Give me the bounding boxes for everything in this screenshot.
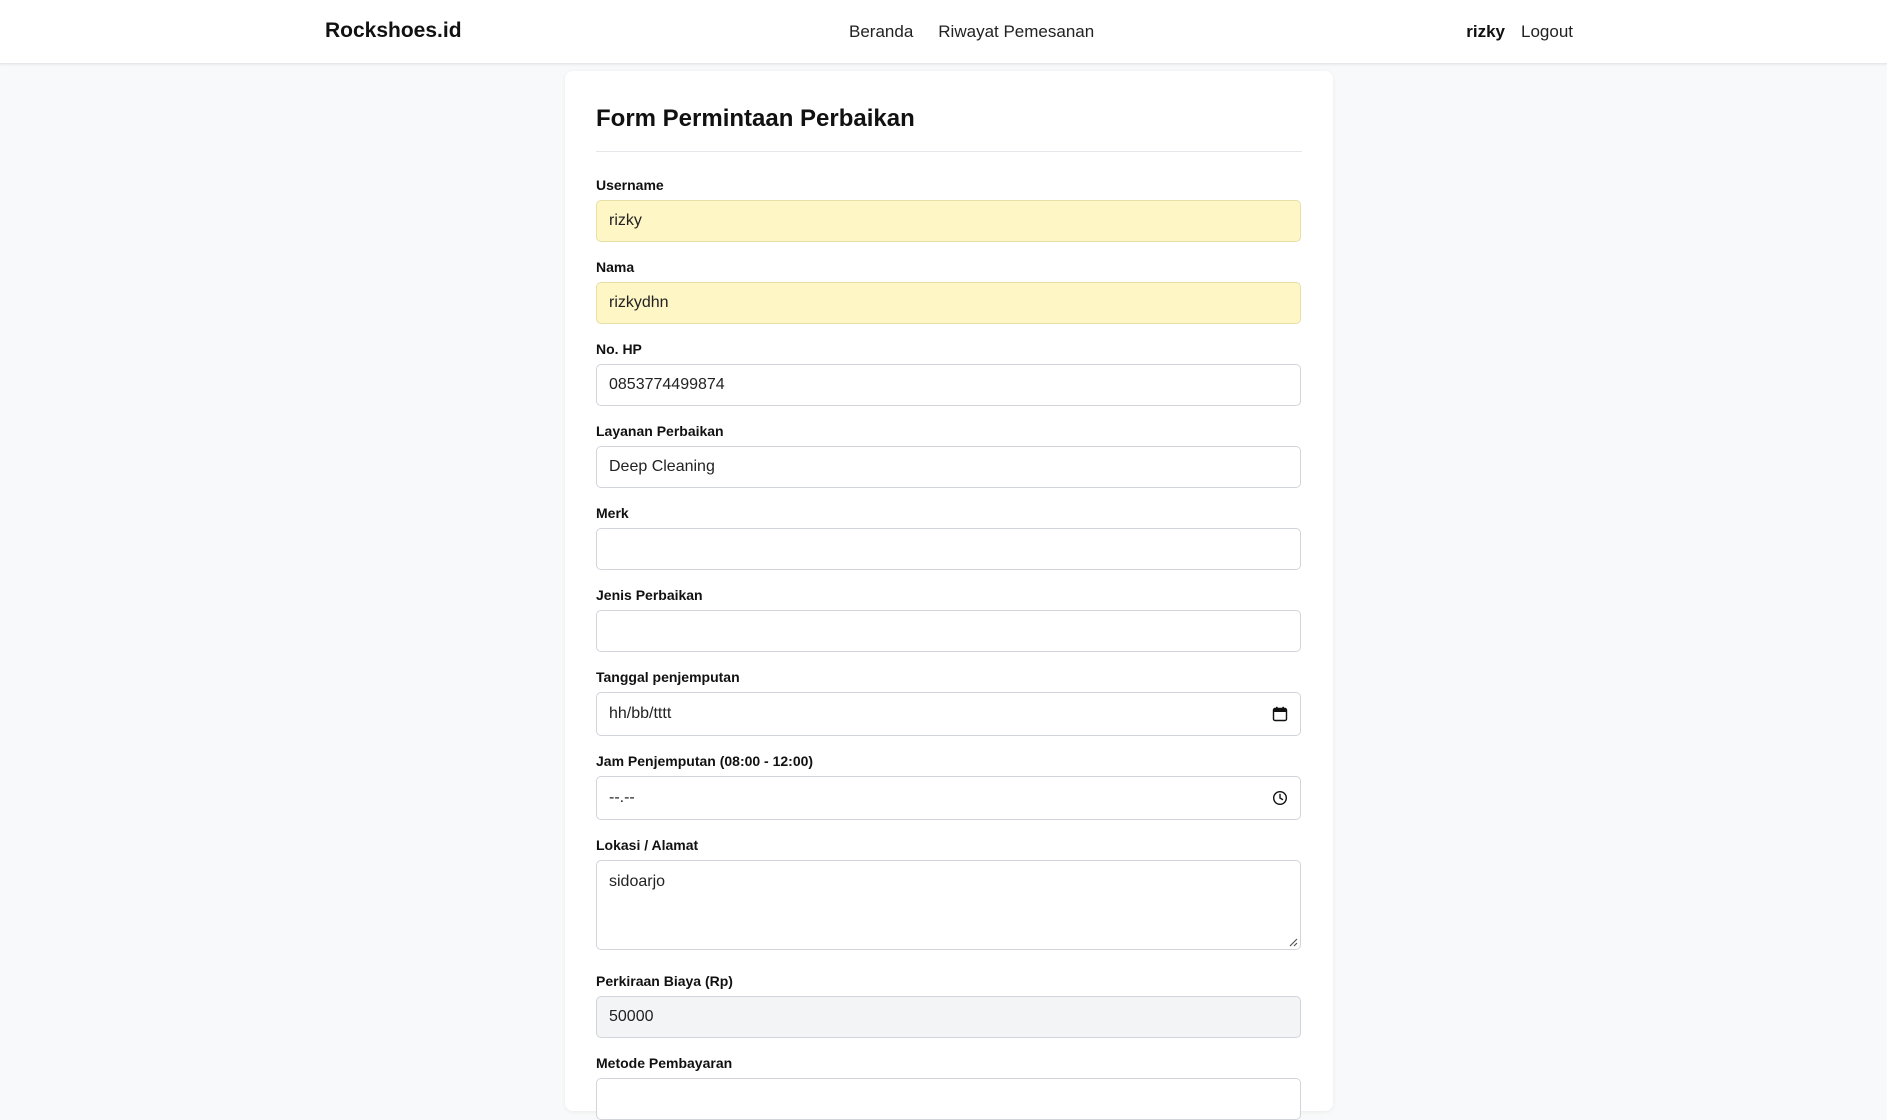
layanan-input[interactable] (596, 446, 1301, 488)
layanan-label: Layanan Perbaikan (596, 423, 724, 439)
lokasi-label: Lokasi / Alamat (596, 837, 699, 853)
calendar-icon[interactable] (1272, 706, 1288, 722)
merk-input[interactable] (596, 528, 1301, 570)
merk-label: Merk (596, 505, 629, 521)
tanggal-label: Tanggal penjemputan (596, 669, 740, 685)
resize-handle-icon[interactable] (1288, 937, 1298, 947)
biaya-input (596, 996, 1301, 1038)
title-divider (596, 151, 1302, 152)
jam-label: Jam Penjemputan (08:00 - 12:00) (596, 753, 814, 769)
no-hp-input[interactable] (596, 364, 1301, 406)
nama-input[interactable] (596, 282, 1301, 324)
brand-logo[interactable]: Rockshoes.id (325, 19, 462, 43)
nav-link-beranda[interactable]: Beranda (849, 22, 913, 42)
nav-user-area: rizky Logout (1466, 22, 1573, 42)
metode-pembayaran-select[interactable] (596, 1078, 1301, 1120)
username-label: Username (596, 177, 664, 193)
form-card: Form Permintaan Perbaikan Username Nama … (565, 71, 1333, 1120)
tanggal-placeholder: hh/bb/tttt (609, 705, 672, 722)
metode-pembayaran-label: Metode Pembayaran (596, 1055, 733, 1071)
clock-icon[interactable] (1272, 790, 1288, 806)
nav-username: rizky (1466, 22, 1505, 41)
jenis-perbaikan-label: Jenis Perbaikan (596, 587, 703, 603)
biaya-label: Perkiraan Biaya (Rp) (596, 973, 733, 989)
username-input[interactable] (596, 200, 1301, 242)
nav-links: Beranda Riwayat Pemesanan (849, 22, 1094, 42)
nav-link-riwayat-pemesanan[interactable]: Riwayat Pemesanan (938, 22, 1094, 42)
logout-link[interactable]: Logout (1521, 22, 1573, 42)
jam-placeholder: --.-- (609, 789, 635, 806)
form-title: Form Permintaan Perbaikan (596, 105, 915, 132)
tanggal-input[interactable]: hh/bb/tttt (596, 692, 1301, 736)
jam-input[interactable]: --.-- (596, 776, 1301, 820)
no-hp-label: No. HP (596, 341, 642, 357)
top-navbar: Rockshoes.id Beranda Riwayat Pemesanan r… (0, 0, 1887, 64)
jenis-perbaikan-input[interactable] (596, 610, 1301, 652)
nama-label: Nama (596, 259, 635, 275)
lokasi-textarea[interactable]: sidoarjo (596, 860, 1301, 950)
